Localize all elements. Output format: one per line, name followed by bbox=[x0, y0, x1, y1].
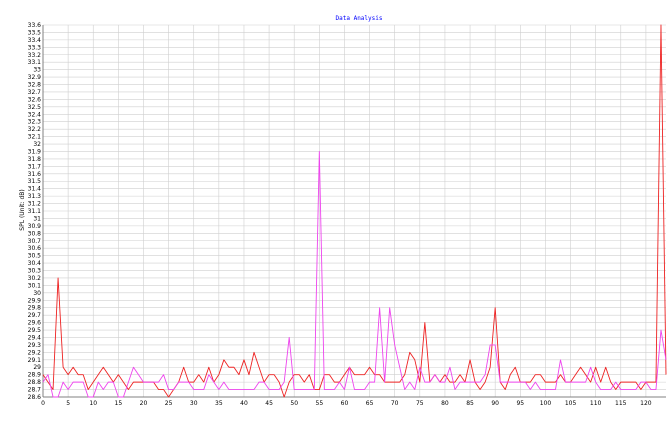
x-tick-label: 105 bbox=[565, 400, 577, 407]
y-tick-label: 30.7 bbox=[28, 238, 42, 245]
y-tick-label: 29.6 bbox=[28, 320, 42, 327]
x-tick-label: 0 bbox=[41, 400, 45, 407]
y-tick-label: 28.8 bbox=[28, 379, 42, 386]
x-tick-label: 50 bbox=[290, 400, 298, 407]
y-tick-label: 32 bbox=[33, 141, 41, 148]
y-tick-label: 32.2 bbox=[28, 126, 42, 133]
y-tick-label: 28.7 bbox=[28, 387, 42, 394]
y-tick-label: 30 bbox=[33, 290, 41, 297]
y-tick-label: 30.4 bbox=[28, 260, 42, 267]
y-tick-label: 30.2 bbox=[28, 275, 42, 282]
y-tick-label: 29.2 bbox=[28, 349, 42, 356]
y-tick-label: 31.6 bbox=[28, 171, 42, 178]
y-tick-label: 30.5 bbox=[28, 253, 42, 260]
x-tick-label: 100 bbox=[540, 400, 552, 407]
x-tick-label: 85 bbox=[466, 400, 474, 407]
x-tick-label: 80 bbox=[441, 400, 449, 407]
y-tick-label: 30.3 bbox=[28, 268, 42, 275]
y-tick-label: 32.7 bbox=[28, 89, 42, 96]
y-tick-label: 29.5 bbox=[28, 327, 42, 334]
y-tick-label: 29.8 bbox=[28, 305, 42, 312]
x-tick-label: 95 bbox=[516, 400, 524, 407]
y-tick-label: 30.8 bbox=[28, 230, 42, 237]
y-tick-label: 31.4 bbox=[28, 186, 42, 193]
y-tick-label: 28.6 bbox=[28, 394, 42, 401]
y-tick-label: 29.3 bbox=[28, 342, 42, 349]
x-tick-label: 55 bbox=[316, 400, 324, 407]
y-tick-label: 30.1 bbox=[28, 282, 42, 289]
y-tick-label: 32.3 bbox=[28, 119, 42, 126]
y-tick-label: 32.4 bbox=[28, 111, 42, 118]
y-tick-label: 31.9 bbox=[28, 148, 42, 155]
x-tick-label: 90 bbox=[491, 400, 499, 407]
y-tick-label: 31.7 bbox=[28, 163, 42, 170]
y-tick-label: 31.2 bbox=[28, 201, 42, 208]
y-tick-label: 33.6 bbox=[28, 22, 42, 29]
y-axis-title: SPL (Unit: dB) bbox=[19, 189, 26, 230]
y-tick-label: 31.3 bbox=[28, 193, 42, 200]
y-tick-label: 31.1 bbox=[28, 208, 42, 215]
y-tick-label: 28.9 bbox=[28, 372, 42, 379]
y-tick-label: 33.1 bbox=[28, 59, 42, 66]
x-tick-label: 45 bbox=[265, 400, 273, 407]
y-tick-label: 31.5 bbox=[28, 178, 42, 185]
x-tick-label: 25 bbox=[165, 400, 173, 407]
x-tick-label: 65 bbox=[366, 400, 374, 407]
y-tick-label: 33.2 bbox=[28, 52, 42, 59]
y-tick-label: 29.7 bbox=[28, 312, 42, 319]
x-tick-label: 110 bbox=[590, 400, 602, 407]
line-chart: 28.628.728.828.92929.129.229.329.429.529… bbox=[19, 15, 667, 407]
x-tick-label: 75 bbox=[416, 400, 424, 407]
y-tick-label: 29.4 bbox=[28, 334, 42, 341]
y-tick-label: 32.1 bbox=[28, 134, 42, 141]
x-tick-label: 70 bbox=[391, 400, 399, 407]
y-tick-label: 33.3 bbox=[28, 44, 42, 51]
chart-container: 28.6 28.7 28.8 28.9 29 29.1 29.2 29.3 29.4 29.5 29… bbox=[0, 0, 670, 422]
grid-layer bbox=[42, 24, 666, 398]
x-tick-label: 10 bbox=[89, 400, 97, 407]
y-tick-label: 33 bbox=[33, 67, 41, 74]
y-tick-label: 31 bbox=[33, 215, 41, 222]
x-tick-label: 20 bbox=[140, 400, 148, 407]
y-tick-label: 31.8 bbox=[28, 156, 42, 163]
y-tick-label: 33.4 bbox=[28, 37, 42, 44]
y-tick-label: 30.9 bbox=[28, 223, 42, 230]
y-tick-label: 33.5 bbox=[28, 29, 42, 36]
x-tick-label: 35 bbox=[215, 400, 223, 407]
y-tick-label: 29.1 bbox=[28, 357, 42, 364]
x-tick-label: 115 bbox=[615, 400, 627, 407]
y-tick-label: 29 bbox=[33, 364, 41, 371]
x-tick-label: 120 bbox=[640, 400, 652, 407]
y-tick-label: 32.6 bbox=[28, 96, 42, 103]
y-tick-label: 32.9 bbox=[28, 74, 42, 81]
x-tick-label: 40 bbox=[240, 400, 248, 407]
x-tick-label: 5 bbox=[66, 400, 70, 407]
y-tick-label: 30.6 bbox=[28, 245, 42, 252]
y-tick-label: 32.8 bbox=[28, 82, 42, 89]
x-tick-label: 15 bbox=[115, 400, 123, 407]
x-tick-label: 30 bbox=[190, 400, 198, 407]
x-tick-label: 60 bbox=[341, 400, 349, 407]
chart-title: Data Analysis bbox=[336, 15, 383, 22]
y-tick-label: 32.5 bbox=[28, 104, 42, 111]
y-tick-label: 29.9 bbox=[28, 297, 42, 304]
